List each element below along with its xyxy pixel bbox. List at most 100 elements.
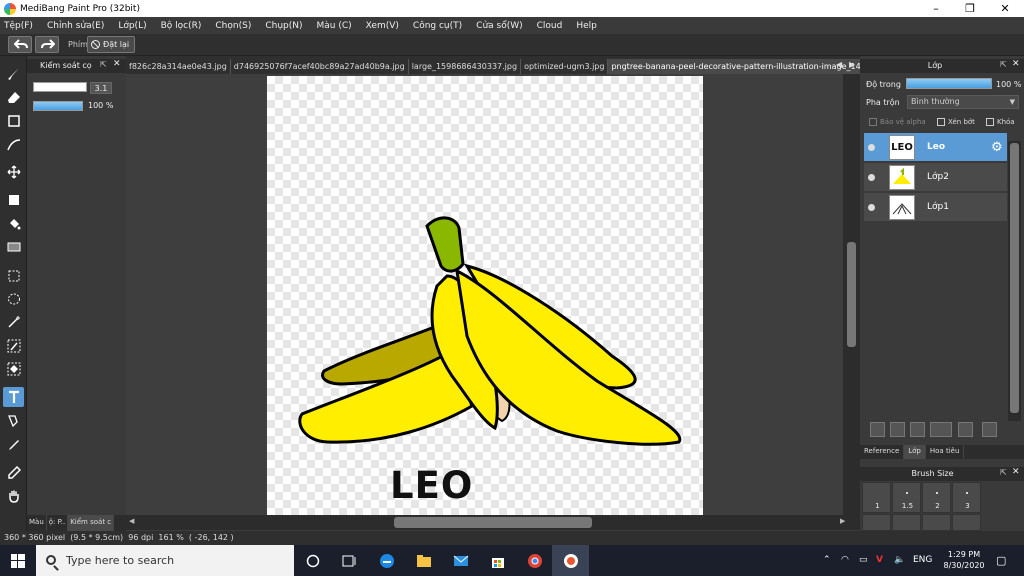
menu-snap[interactable]: Chụp(N) [265,21,302,31]
eraser-tool[interactable] [3,88,24,108]
cortana-button[interactable] [294,545,331,576]
protect-alpha-checkbox[interactable]: Bảo vệ alpha [869,118,926,126]
battery-icon[interactable]: ▭ [859,545,868,576]
visibility-icon[interactable] [868,204,875,211]
menu-filter[interactable]: Bộ lọc(R) [161,21,202,31]
brush-size-cell[interactable] [922,514,951,531]
doc-tab[interactable]: optimized-ugm3.jpg [521,59,609,74]
blend-mode-select[interactable]: Bình thường ▼ [907,95,1019,109]
gear-icon[interactable]: ⚙ [991,140,1003,155]
start-button[interactable] [0,545,36,576]
clock[interactable]: 1:29 PM 8/30/2020 [934,549,994,571]
scroll-left-icon[interactable]: ◀ [129,517,134,525]
doc-tab[interactable]: large_1598686430337.jpg [409,59,522,74]
select-pen-tool[interactable] [3,336,24,356]
layer-row-lop1[interactable]: Lớp1 [864,193,1007,222]
brush-size-cell[interactable] [892,514,921,531]
tab-color[interactable]: Màu [27,515,47,531]
visibility-icon[interactable] [868,174,875,181]
store-button[interactable] [479,545,516,576]
menu-window[interactable]: Cửa sổ(W) [476,21,522,31]
tab-layer[interactable]: Lớp [904,445,926,459]
brush-size-value[interactable]: 3.1 [90,82,112,94]
folder-icon[interactable] [958,422,973,437]
brush-size-cell[interactable]: 1.5 [892,482,921,513]
layer-row-lop2[interactable]: Lớp2 [864,163,1007,192]
tab-navigator[interactable]: Hoa tiêu [926,445,965,459]
canvas-vertical-scrollbar[interactable] [843,74,860,515]
new-8bit-layer-icon[interactable] [910,422,925,437]
visibility-icon[interactable] [868,144,875,151]
close-panel-icon[interactable]: ✕ [1012,467,1020,477]
brush-size-cell[interactable] [952,514,981,531]
new-halftone-layer-icon[interactable] [890,422,905,437]
redo-button[interactable] [35,36,59,53]
lasso-tool[interactable] [3,289,24,309]
magic-wand-tool[interactable] [3,312,24,332]
medibang-button[interactable] [552,545,589,576]
brush-size-cell[interactable] [862,514,891,531]
select-eraser-tool[interactable] [3,359,24,379]
canvas[interactable]: LEO [267,76,703,515]
menu-edit[interactable]: Chỉnh sửa(E) [47,21,104,31]
gradient-tool[interactable] [3,237,24,257]
brush-size-cell[interactable]: 2 [922,482,951,513]
reset-button[interactable]: Đặt lại [87,36,135,53]
antivirus-icon[interactable]: V [876,545,883,576]
brush-tool[interactable] [3,64,24,84]
doc-tab[interactable]: d746925076f7acef40bc89a27ad40b9a.jpg [231,59,409,74]
notifications-icon[interactable]: ▢ [996,545,1006,576]
pin-icon[interactable]: ⇱ [1000,468,1007,477]
file-explorer-button[interactable] [405,545,442,576]
scroll-thumb[interactable] [847,242,856,347]
minimize-button[interactable]: – [919,0,953,17]
dot-tool[interactable] [3,111,24,131]
canvas-area[interactable]: LEO [126,74,843,515]
menu-view[interactable]: Xem(V) [366,21,399,31]
task-view-button[interactable] [331,545,368,576]
menu-cloud[interactable]: Cloud [537,21,563,31]
pin-icon[interactable]: ⇱ [100,60,107,69]
menu-color[interactable]: Màu (C) [317,21,352,31]
scroll-thumb[interactable] [394,517,592,528]
eyedropper-tool[interactable] [3,463,24,483]
close-button[interactable]: ✕ [988,0,1022,17]
network-icon[interactable]: ◠ [841,545,849,576]
brush-size-cell[interactable]: 3 [952,482,981,513]
edge-button[interactable] [368,545,405,576]
brush-size-slider[interactable] [33,82,87,92]
move-tool[interactable] [3,162,24,182]
menu-file[interactable]: Tệp(F) [4,21,33,31]
lock-checkbox[interactable]: Khóa [986,118,1015,126]
brush-size-cell[interactable]: 1 [862,482,891,513]
menu-layer[interactable]: Lớp(L) [118,21,146,31]
tab-scroll-left-icon[interactable]: ◀ [836,60,842,69]
layer-opacity-slider[interactable] [906,78,992,89]
input-language[interactable]: ENG [913,545,932,576]
tab-scroll-right-icon[interactable]: ▶ [849,60,855,69]
brush-opacity-slider[interactable] [33,101,83,111]
undo-button[interactable] [8,36,32,53]
bucket-tool[interactable] [3,214,24,234]
chrome-button[interactable] [516,545,553,576]
taskbar-search[interactable]: Type here to search [36,545,294,576]
menu-tools[interactable]: Công cụ(T) [413,21,462,31]
layer-list-scrollbar[interactable] [1008,141,1021,421]
menu-help[interactable]: Help [576,21,597,31]
text-tool[interactable] [3,387,24,407]
scroll-right-icon[interactable]: ▶ [840,517,845,525]
close-panel-icon[interactable]: ✕ [113,59,121,69]
scroll-thumb[interactable] [1010,143,1019,413]
menu-select[interactable]: Chọn(S) [215,21,251,31]
duplicate-layer-icon[interactable] [982,422,997,437]
hand-tool[interactable] [3,486,24,506]
divide-tool[interactable] [3,411,24,431]
volume-icon[interactable]: 🔈 [894,545,905,576]
tab-p[interactable]: ộ: P.. [47,515,69,531]
close-panel-icon[interactable]: ✕ [1012,59,1020,69]
fill-rect-tool[interactable] [3,190,24,210]
add-layer-dropdown-icon[interactable] [930,422,952,437]
canvas-horizontal-scrollbar[interactable]: ◀ ▶ [126,515,860,530]
doc-tab-active[interactable]: pngtree-banana-peel-decorative-pattern-i… [608,59,860,74]
mail-button[interactable] [442,545,479,576]
